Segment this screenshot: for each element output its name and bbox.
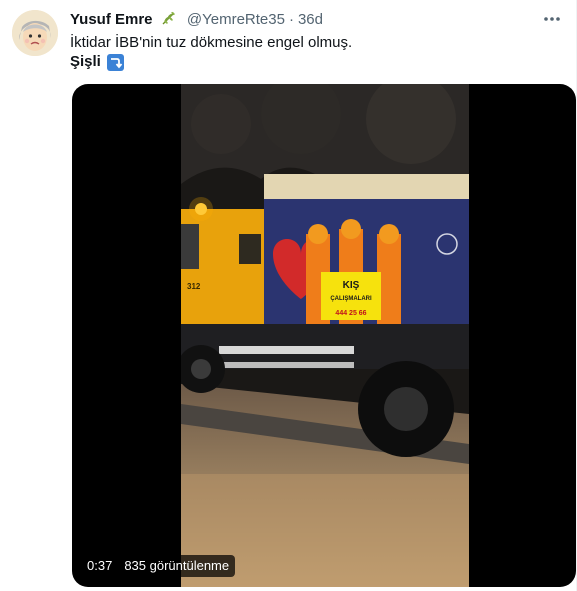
truck-sign-subtitle: ÇALIŞMALARI: [330, 296, 372, 302]
video-views: 835 görüntülenme: [124, 558, 230, 573]
author-handle[interactable]: @YemreRte35: [187, 11, 285, 28]
location-text: Şişli: [70, 53, 101, 70]
truck-sign-phone: 444 25 66: [335, 310, 366, 317]
video-stats-badge: 0:37 835 görüntülenme: [81, 555, 236, 577]
video-player[interactable]: KIŞ ÇALIŞMALARI 444 25 66 312 0:37 835 gö…: [72, 84, 576, 587]
olive-branch-icon: [162, 11, 175, 25]
separator-dot: ·: [288, 11, 294, 28]
avatar[interactable]: [12, 10, 58, 56]
video-frame: KIŞ ÇALIŞMALARI 444 25 66 312: [181, 84, 469, 587]
truck-plate-number: 312: [187, 282, 201, 291]
truck-sign-title: KIŞ: [343, 280, 360, 291]
more-options-icon[interactable]: [542, 10, 562, 28]
tweet-time[interactable]: 36d: [298, 11, 323, 28]
video-duration: 0:37: [87, 558, 113, 573]
tweet-text: İktidar İBB'nin tuz dökmesine engel olmu…: [70, 34, 353, 51]
right-arrow-curving-down-icon: [106, 53, 124, 71]
avatar-image: [12, 10, 58, 56]
tweet-location-line: Şişli: [70, 52, 124, 72]
author-name[interactable]: Yusuf Emre: [70, 11, 153, 28]
tweet-card[interactable]: Yusuf Emre @YemreRte35 · 36d İktidar İBB'n…: [0, 0, 577, 591]
tweet-header: Yusuf Emre @YemreRte35 · 36d: [70, 10, 323, 29]
